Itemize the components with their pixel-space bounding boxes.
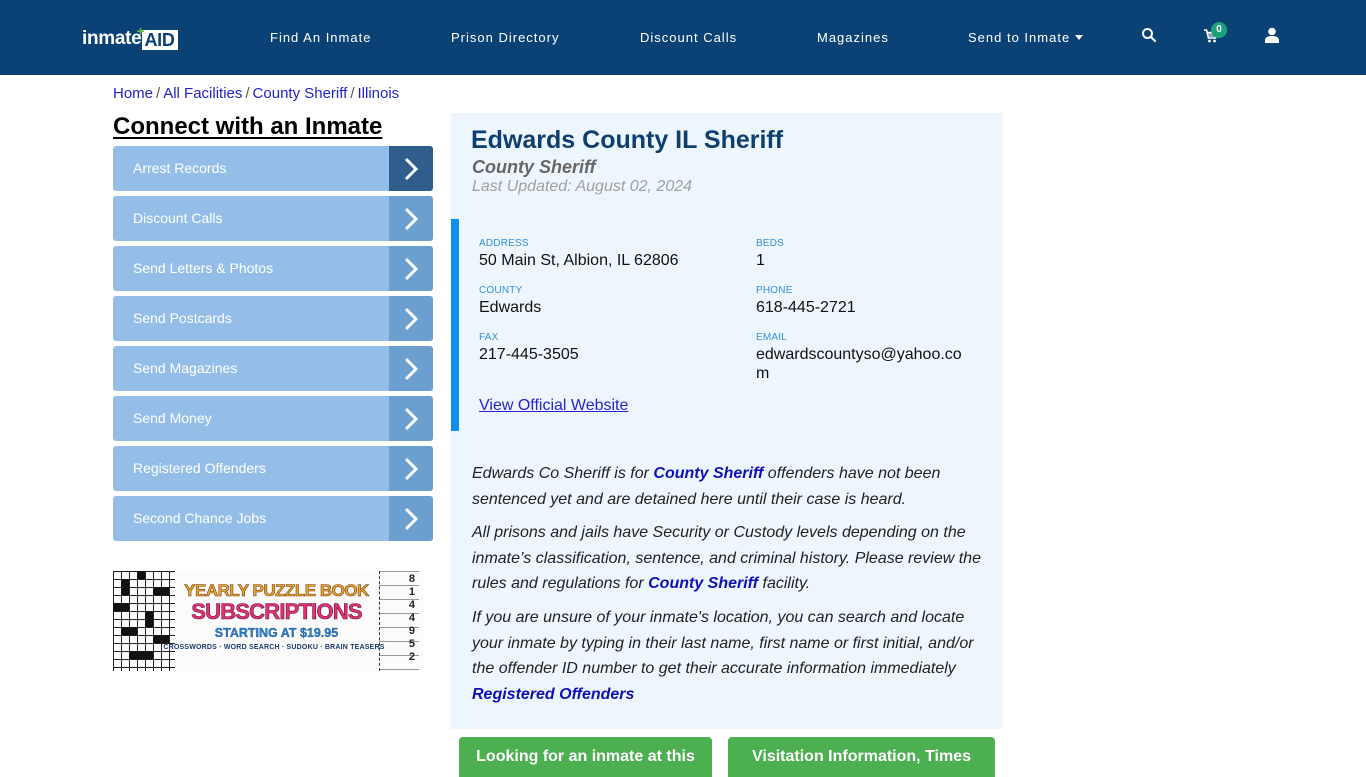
crossword-block bbox=[121, 627, 137, 635]
crossword-block bbox=[113, 603, 129, 611]
last-updated: Last Updated: August 02, 2024 bbox=[472, 178, 693, 195]
sidebar-item-label: Send Money bbox=[133, 410, 212, 426]
logo-aid-box: + AID bbox=[136, 23, 178, 50]
breadcrumb: Home / All Facilities / County Sheriff / Illin… bbox=[113, 85, 399, 102]
nav-find-an-inmate[interactable]: Find An Inmate bbox=[270, 30, 371, 45]
field-phone: PHONE 618-445-2721 bbox=[756, 285, 856, 317]
sidebar-item-send-money[interactable]: Send Money bbox=[113, 396, 433, 441]
user-icon[interactable] bbox=[1265, 27, 1283, 45]
crossword-block bbox=[153, 587, 169, 595]
sidebar-item-label: Second Chance Jobs bbox=[133, 510, 267, 526]
logo-text: inmate bbox=[82, 28, 142, 49]
chevron-right-icon bbox=[389, 496, 433, 541]
sidebar-item-label: Send Magazines bbox=[133, 360, 238, 376]
crossword-block bbox=[153, 635, 169, 643]
breadcrumb-all-facilities[interactable]: All Facilities bbox=[163, 85, 242, 102]
sidebar-item-label: Registered Offenders bbox=[133, 460, 266, 476]
ad-tagline: CROSSWORDS · WORD SEARCH · SUDOKU · BRAI… bbox=[163, 644, 385, 651]
crossword-block bbox=[121, 579, 129, 595]
crossword-block bbox=[129, 651, 153, 659]
description-paragraph-1: Edwards Co Sheriff is for County Sheriff… bbox=[472, 461, 992, 512]
description-paragraph-3: If you are unsure of your inmate's locat… bbox=[472, 605, 992, 707]
field-value[interactable]: 618-445-2721 bbox=[756, 298, 856, 317]
sidebar-menu: Arrest Records Discount Calls Send Lette… bbox=[113, 146, 433, 546]
nav-send-to-inmate-label: Send to Inmate bbox=[968, 30, 1071, 45]
sudoku-digits: 8 1 4 4 9 5 2 bbox=[408, 573, 415, 663]
sidebar-item-label: Send Postcards bbox=[133, 310, 232, 326]
field-address: ADDRESS 50 Main St, Albion, IL 62806 bbox=[479, 238, 679, 270]
looking-for-inmate-button[interactable]: Looking for an inmate at this bbox=[459, 737, 712, 777]
field-value: Edwards bbox=[479, 299, 542, 316]
field-value[interactable]: edwardscountyso@yahoo.co m bbox=[756, 345, 971, 383]
sidebar-item-label: Arrest Records bbox=[133, 160, 227, 176]
sidebar-title: Connect with an Inmate bbox=[113, 113, 383, 140]
facility-name: Edwards County IL Sheriff bbox=[471, 126, 784, 154]
desc-text: facility. bbox=[758, 575, 811, 592]
crossword-block bbox=[145, 611, 153, 627]
field-value: 1 bbox=[756, 252, 765, 269]
chevron-right-icon bbox=[389, 146, 433, 191]
field-label: FAX bbox=[479, 332, 499, 343]
breadcrumb-separator: / bbox=[245, 85, 250, 102]
chevron-right-icon bbox=[389, 396, 433, 441]
field-label: BEDS bbox=[756, 238, 785, 249]
field-label: COUNTY bbox=[479, 285, 523, 296]
chevron-right-icon bbox=[389, 346, 433, 391]
nav-prison-directory[interactable]: Prison Directory bbox=[451, 30, 559, 45]
desc-text: Edwards Co Sheriff is for bbox=[472, 465, 654, 482]
breadcrumb-home[interactable]: Home bbox=[113, 85, 153, 102]
chevron-right-icon bbox=[389, 296, 433, 341]
field-label: PHONE bbox=[756, 285, 793, 296]
desc-text: If you are unsure of your inmate's locat… bbox=[472, 609, 974, 677]
field-label: EMAIL bbox=[756, 332, 788, 343]
puzzle-book-ad-banner[interactable]: YEARLY PUZZLE BOOK SUBSCRIPTIONS STARTIN… bbox=[113, 571, 423, 671]
chevron-right-icon bbox=[389, 446, 433, 491]
field-beds: BEDS 1 bbox=[756, 238, 784, 270]
chevron-right-icon bbox=[389, 246, 433, 291]
logo-plus-icon: + bbox=[136, 23, 145, 39]
breadcrumb-county-sheriff[interactable]: County Sheriff bbox=[253, 85, 348, 102]
sidebar-item-send-letters-photos[interactable]: Send Letters & Photos bbox=[113, 246, 433, 291]
county-sheriff-link[interactable]: County Sheriff bbox=[648, 575, 758, 592]
inmateaid-logo[interactable]: inmate + AID bbox=[82, 23, 178, 50]
sidebar-item-registered-offenders[interactable]: Registered Offenders bbox=[113, 446, 433, 491]
view-official-website-link[interactable]: View Official Website bbox=[479, 397, 628, 415]
nav-magazines[interactable]: Magazines bbox=[817, 30, 889, 45]
breadcrumb-separator: / bbox=[156, 85, 161, 102]
ad-subscriptions-text: SUBSCRIPTIONS bbox=[191, 599, 363, 625]
field-fax: FAX 217-445-3505 bbox=[479, 332, 579, 364]
county-sheriff-link[interactable]: County Sheriff bbox=[653, 465, 763, 482]
sidebar-item-second-chance-jobs[interactable]: Second Chance Jobs bbox=[113, 496, 433, 541]
cart-count-badge: 0 bbox=[1211, 22, 1227, 38]
search-icon[interactable] bbox=[1141, 27, 1159, 45]
registered-offenders-link[interactable]: Registered Offenders bbox=[472, 686, 634, 703]
facility-type: County Sheriff bbox=[472, 157, 596, 177]
crossword-block bbox=[137, 571, 145, 579]
field-label: ADDRESS bbox=[479, 238, 529, 249]
nav-send-to-inmate[interactable]: Send to Inmate bbox=[968, 30, 1084, 45]
ad-headline: YEARLY PUZZLE BOOK bbox=[184, 581, 370, 601]
visitation-information-button[interactable]: Visitation Information, Times bbox=[728, 737, 995, 777]
sidebar-item-send-magazines[interactable]: Send Magazines bbox=[113, 346, 433, 391]
field-email: EMAIL edwardscountyso@yahoo.co m bbox=[756, 332, 971, 383]
chevron-right-icon bbox=[389, 196, 433, 241]
description-paragraph-2: All prisons and jails have Security or C… bbox=[472, 520, 992, 597]
field-county: COUNTY Edwards bbox=[479, 285, 541, 317]
sidebar-item-label: Discount Calls bbox=[133, 210, 223, 226]
caret-down-icon bbox=[1075, 35, 1084, 40]
sidebar-item-arrest-records[interactable]: Arrest Records bbox=[113, 146, 433, 191]
top-navbar: inmate + AID Find An Inmate Prison Direct… bbox=[0, 0, 1366, 75]
field-value: 50 Main St, Albion, IL 62806 bbox=[479, 252, 679, 269]
nav-discount-calls[interactable]: Discount Calls bbox=[640, 30, 737, 45]
sidebar-item-discount-calls[interactable]: Discount Calls bbox=[113, 196, 433, 241]
ad-price-text: STARTING AT $19.95 bbox=[214, 626, 339, 640]
field-value: 217-445-3505 bbox=[479, 346, 579, 363]
breadcrumb-illinois[interactable]: Illinois bbox=[358, 85, 400, 102]
sidebar-item-send-postcards[interactable]: Send Postcards bbox=[113, 296, 433, 341]
breadcrumb-separator: / bbox=[350, 85, 355, 102]
sidebar-item-label: Send Letters & Photos bbox=[133, 260, 274, 276]
logo-aid-text: AID bbox=[144, 30, 175, 50]
